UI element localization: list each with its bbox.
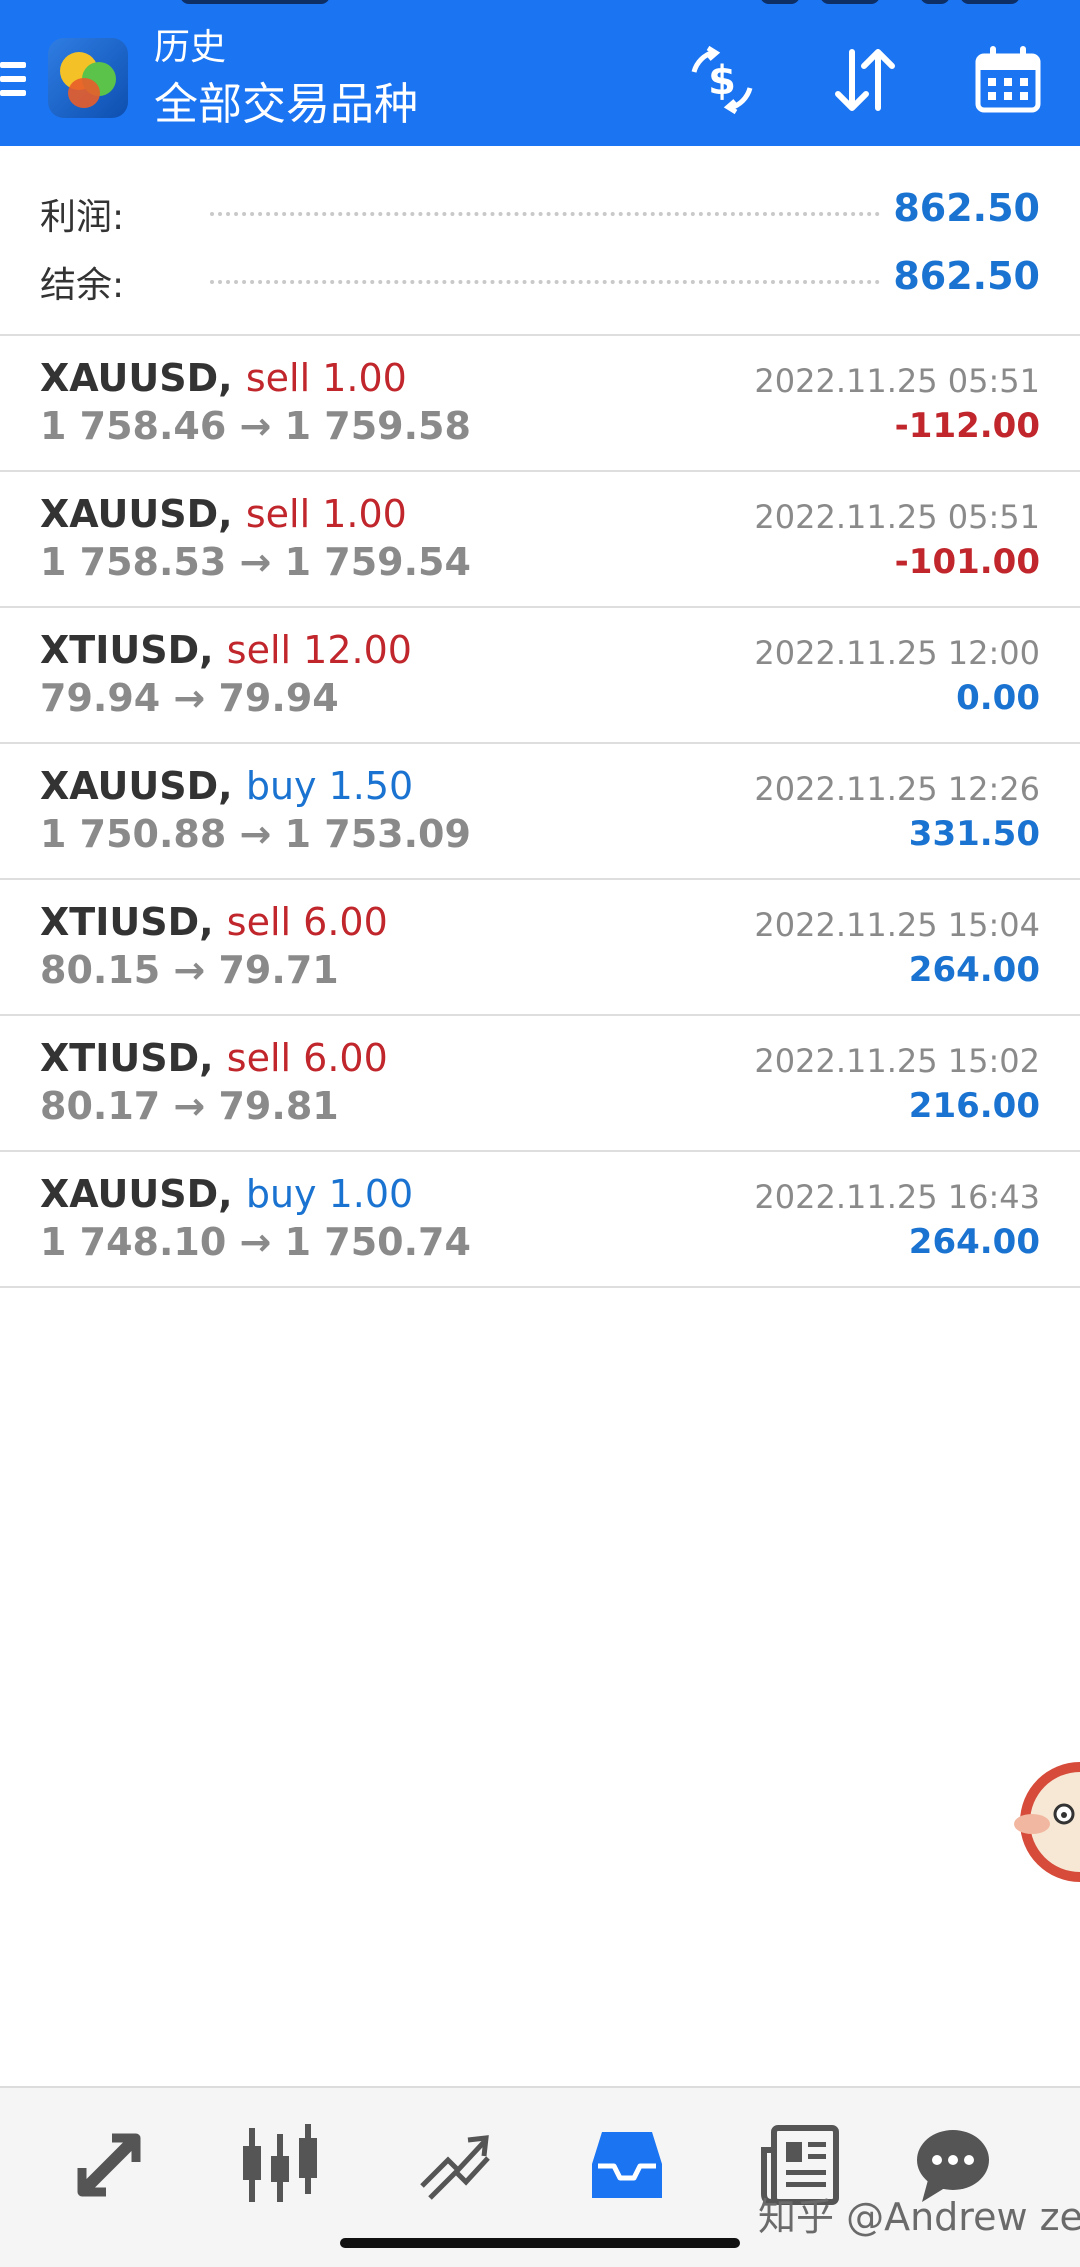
trade-prices: 79.94 → 79.94 bbox=[40, 676, 339, 720]
trade-symbol: XAUUSD, bbox=[40, 1172, 233, 1216]
trade-side: sell 12.00 bbox=[226, 628, 412, 672]
trade-prices: 1 748.10 → 1 750.74 bbox=[40, 1220, 471, 1264]
home-indicator[interactable] bbox=[340, 2238, 740, 2248]
quotes-icon[interactable] bbox=[64, 2120, 154, 2210]
currency-exchange-icon[interactable]: $ bbox=[684, 42, 760, 118]
trade-side: sell 1.00 bbox=[245, 492, 407, 536]
trade-symbol: XAUUSD, bbox=[40, 492, 233, 536]
trade-side: sell 6.00 bbox=[226, 900, 388, 944]
trade-prices: 80.15 → 79.71 bbox=[40, 948, 339, 992]
dotted-leader bbox=[210, 212, 880, 216]
trade-time: 2022.11.25 15:02 bbox=[754, 1042, 1040, 1080]
trade-time: 2022.11.25 12:00 bbox=[754, 634, 1040, 672]
menu-icon[interactable] bbox=[0, 62, 26, 102]
trade-row[interactable]: XAUUSD, buy 1.00 1 748.10 → 1 750.74 202… bbox=[0, 1152, 1080, 1288]
trade-profit: 264.00 bbox=[908, 1222, 1040, 1262]
trade-side: buy 1.50 bbox=[245, 764, 414, 808]
trade-profit: -101.00 bbox=[894, 542, 1040, 582]
trade-profit: 216.00 bbox=[908, 1086, 1040, 1126]
bottom-navigation: 知乎 @Andrew zeng bbox=[0, 2086, 1080, 2267]
profit-value: 862.50 bbox=[893, 186, 1040, 230]
profit-label: 利润: bbox=[40, 197, 125, 238]
summary-panel: 利润: 862.50 结余: 862.50 bbox=[0, 146, 1080, 336]
trade-symbol: XTIUSD, bbox=[40, 900, 214, 944]
trade-profit: 0.00 bbox=[956, 678, 1040, 718]
trade-side: sell 1.00 bbox=[245, 356, 407, 400]
balance-value: 862.50 bbox=[893, 254, 1040, 298]
trade-time: 2022.11.25 05:51 bbox=[754, 362, 1040, 400]
trade-prices: 1 758.46 → 1 759.58 bbox=[40, 404, 471, 448]
trade-row[interactable]: XTIUSD, sell 6.00 80.17 → 79.81 2022.11.… bbox=[0, 1016, 1080, 1152]
floating-mascot-icon[interactable] bbox=[1012, 1752, 1080, 1890]
watermark-text: 知乎 @Andrew zeng bbox=[758, 2195, 1080, 2239]
svg-text:$: $ bbox=[708, 58, 736, 104]
calendar-icon[interactable] bbox=[970, 42, 1046, 118]
trade-side: buy 1.00 bbox=[245, 1172, 414, 1216]
trade-symbol: XTIUSD, bbox=[40, 628, 214, 672]
profit-row: 利润: 862.50 bbox=[0, 180, 1080, 240]
trade-prices: 80.17 → 79.81 bbox=[40, 1084, 339, 1128]
trade-time: 2022.11.25 12:26 bbox=[754, 770, 1040, 808]
dotted-leader bbox=[210, 280, 880, 284]
sort-icon[interactable] bbox=[826, 42, 902, 118]
trade-row[interactable]: XAUUSD, sell 1.00 1 758.53 → 1 759.54 20… bbox=[0, 472, 1080, 608]
balance-label: 结余: bbox=[40, 265, 125, 306]
trade-profit: 264.00 bbox=[908, 950, 1040, 990]
history-icon[interactable] bbox=[582, 2120, 672, 2210]
trade-row[interactable]: XTIUSD, sell 6.00 80.15 → 79.71 2022.11.… bbox=[0, 880, 1080, 1016]
header-subtitle: 历史 bbox=[154, 27, 227, 68]
app-logo bbox=[48, 38, 128, 118]
status-bar bbox=[0, 0, 1080, 10]
trade-side: sell 6.00 bbox=[226, 1036, 388, 1080]
trade-row[interactable]: XTIUSD, sell 12.00 79.94 → 79.94 2022.11… bbox=[0, 608, 1080, 744]
trade-profit: -112.00 bbox=[894, 406, 1040, 446]
trade-time: 2022.11.25 15:04 bbox=[754, 906, 1040, 944]
trade-symbol: XAUUSD, bbox=[40, 764, 233, 808]
trade-prices: 1 758.53 → 1 759.54 bbox=[40, 540, 471, 584]
symbol-filter[interactable]: 全部交易品种 bbox=[154, 78, 418, 132]
trade-symbol: XAUUSD, bbox=[40, 356, 233, 400]
trade-row[interactable]: XAUUSD, buy 1.50 1 750.88 → 1 753.09 202… bbox=[0, 744, 1080, 880]
trade-prices: 1 750.88 → 1 753.09 bbox=[40, 812, 471, 856]
trade-time: 2022.11.25 05:51 bbox=[754, 498, 1040, 536]
app-header: 历史 全部交易品种 $ bbox=[0, 0, 1080, 146]
trade-time: 2022.11.25 16:43 bbox=[754, 1178, 1040, 1216]
trade-symbol: XTIUSD, bbox=[40, 1036, 214, 1080]
chart-icon[interactable] bbox=[235, 2120, 325, 2210]
balance-row: 结余: 862.50 bbox=[0, 248, 1080, 308]
trade-row[interactable]: XAUUSD, sell 1.00 1 758.46 → 1 759.58 20… bbox=[0, 336, 1080, 472]
trade-icon[interactable] bbox=[408, 2120, 498, 2210]
trade-profit: 331.50 bbox=[908, 814, 1040, 854]
